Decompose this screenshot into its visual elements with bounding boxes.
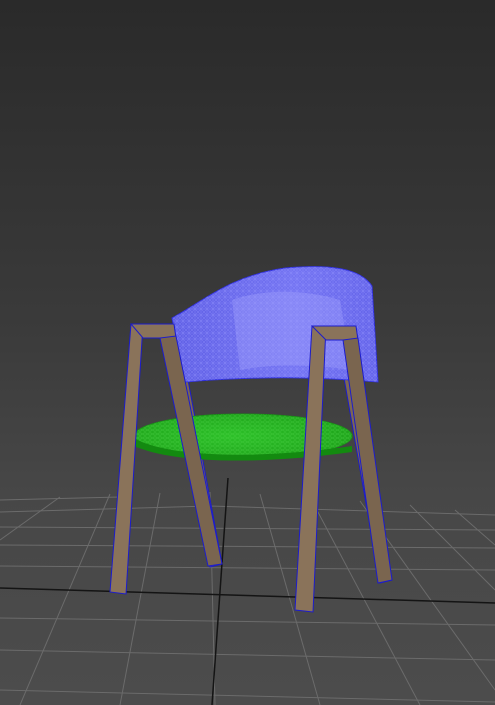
x-axis-line: [0, 587, 495, 604]
grid-line: [0, 649, 495, 661]
grid-line: [309, 496, 421, 705]
grid-line: [0, 526, 495, 531]
grid-line: [0, 544, 495, 549]
grid-line: [0, 505, 495, 516]
chair-model[interactable]: [109, 266, 393, 613]
grid-line: [0, 496, 61, 541]
grid-line: [0, 689, 495, 703]
z-axis-line: [211, 477, 229, 705]
world-axis: [0, 477, 495, 705]
grid-line: [0, 617, 495, 626]
grid-line: [19, 493, 111, 705]
grid-line: [0, 565, 495, 571]
3d-perspective-viewport[interactable]: [0, 0, 495, 705]
ground-grid: [0, 491, 495, 705]
scene-canvas[interactable]: [0, 0, 495, 705]
